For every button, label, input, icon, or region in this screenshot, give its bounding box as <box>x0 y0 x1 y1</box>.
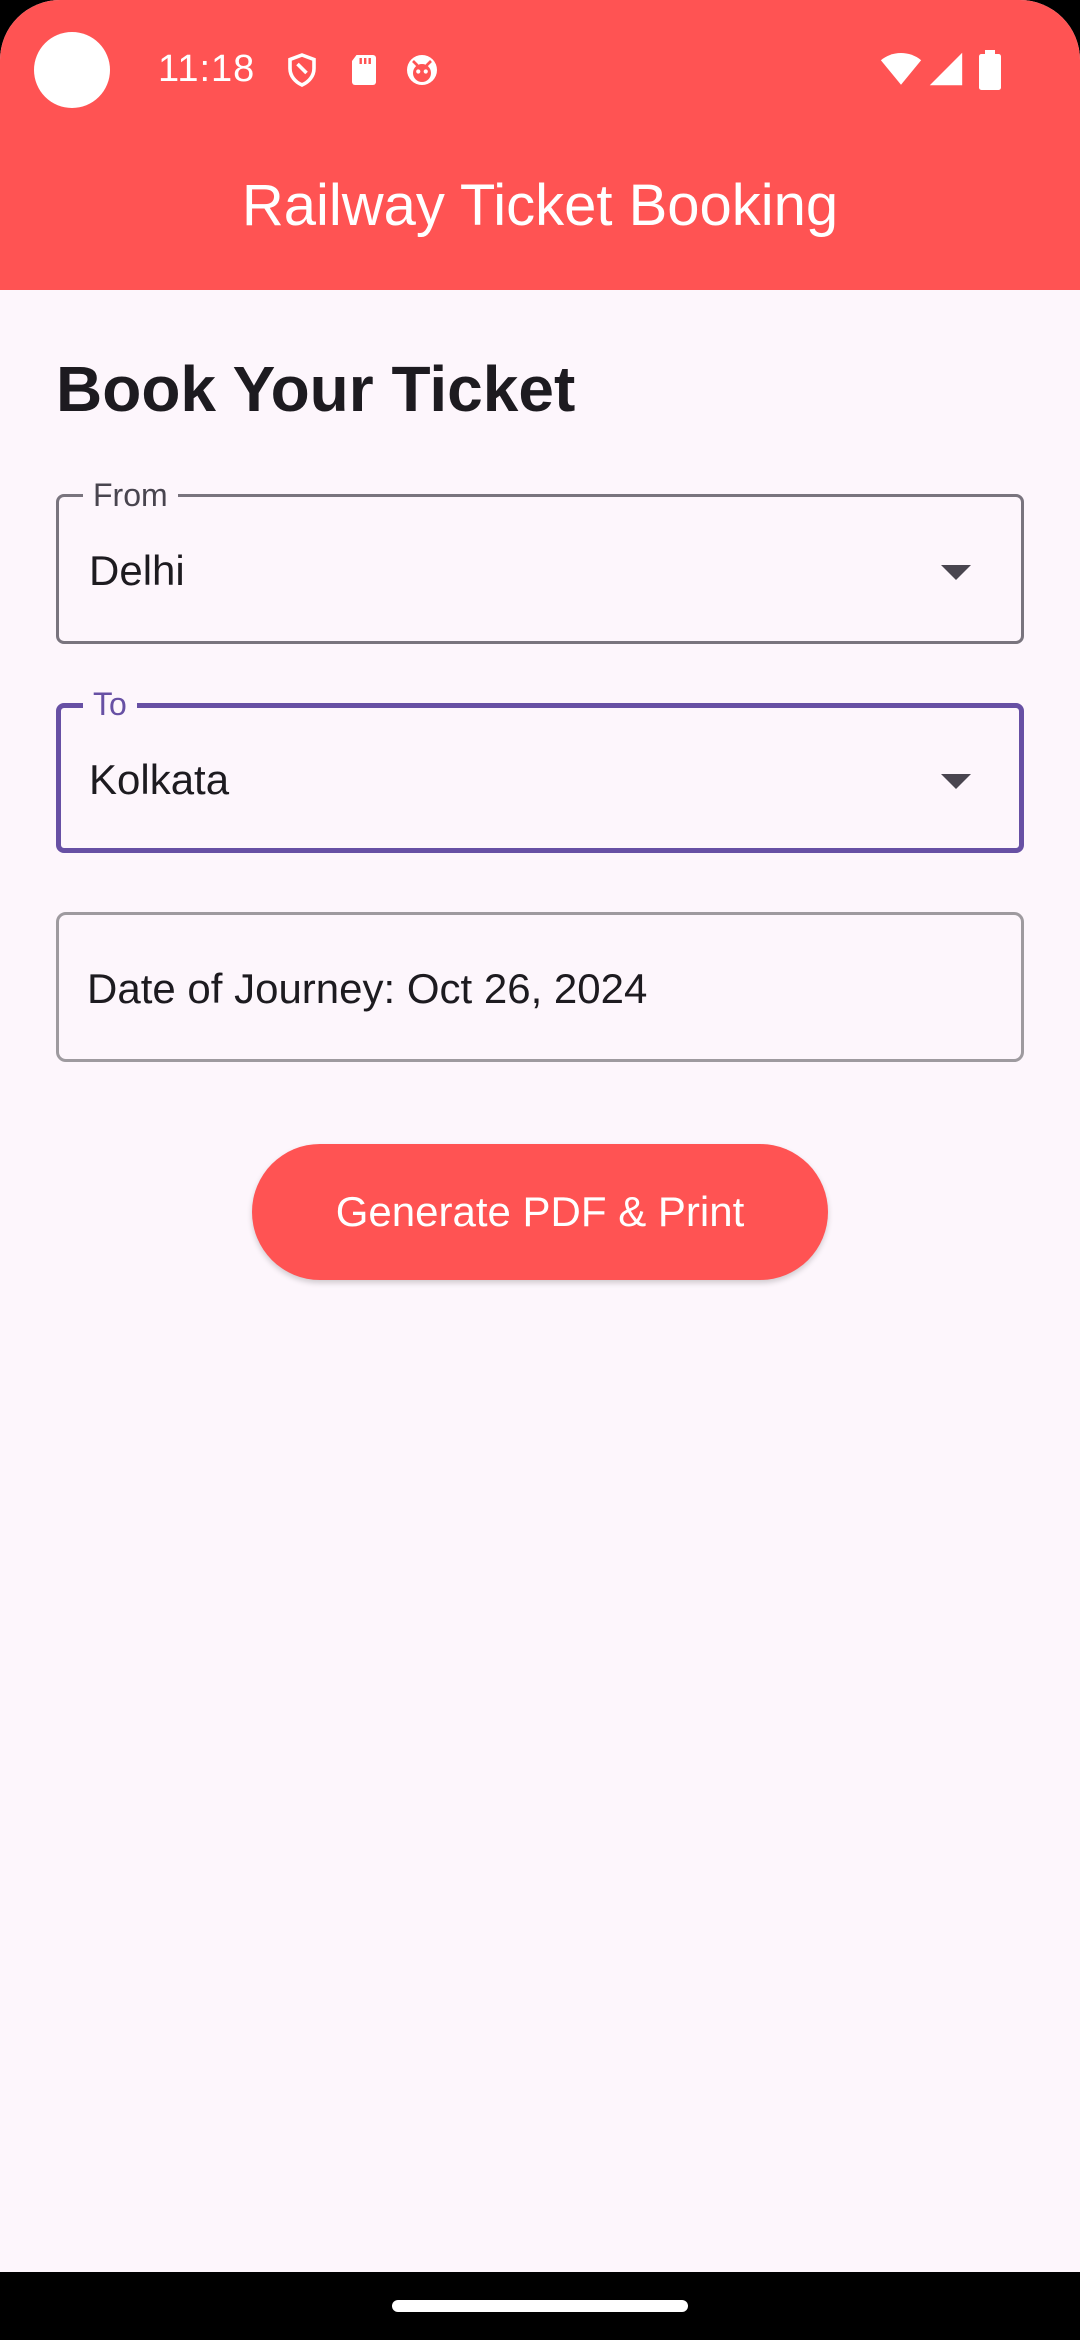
from-label: From <box>83 477 178 513</box>
sd-card-icon <box>352 55 376 85</box>
app-title: Railway Ticket Booking <box>241 173 839 238</box>
to-station-dropdown[interactable]: To Kolkata <box>56 686 1024 853</box>
signal-icon <box>929 52 963 86</box>
from-station-dropdown[interactable]: From Delhi <box>56 477 1024 644</box>
shield-icon <box>288 53 316 87</box>
status-bar: 11:18 <box>0 0 1080 142</box>
home-indicator[interactable] <box>392 2300 688 2312</box>
wifi-icon <box>880 53 922 85</box>
app-bar: 11:18 Railway Ticket Booking <box>0 0 1080 290</box>
to-label: To <box>83 686 137 722</box>
page-heading: Book Your Ticket <box>56 353 576 425</box>
from-value: Delhi <box>89 547 185 594</box>
to-value: Kolkata <box>89 756 230 803</box>
face-icon <box>407 55 437 85</box>
generate-pdf-print-button[interactable]: Generate PDF & Print <box>252 1144 828 1280</box>
status-time: 11:18 <box>158 48 256 90</box>
chevron-down-icon <box>941 565 971 580</box>
date-of-journey-field[interactable]: Date of Journey: Oct 26, 2024 <box>56 912 1024 1062</box>
date-of-journey-text: Date of Journey: Oct 26, 2024 <box>87 965 648 1012</box>
chevron-down-icon <box>941 774 971 789</box>
app-screen: 11:18 Railway Ticket Booking Book Your T… <box>0 0 1080 2340</box>
battery-icon <box>979 50 1001 90</box>
camera-cutout <box>34 32 110 108</box>
